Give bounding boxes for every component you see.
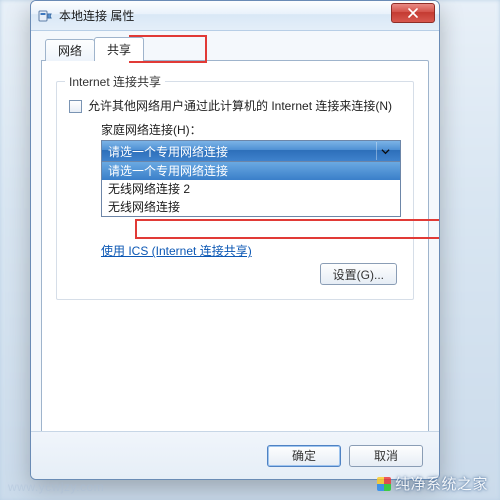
checkbox-allow-others-label: 允许其他网络用户通过此计算机的 Internet 连接来连接(N) (88, 98, 392, 115)
settings-button[interactable]: 设置(G)... (320, 263, 397, 285)
network-adapter-icon (37, 8, 53, 24)
tab-network[interactable]: 网络 (45, 39, 95, 61)
combo-dropdown-list: 请选一个专用网络连接 无线网络连接 2 无线网络连接 (101, 162, 401, 217)
watermark-right-text: 纯净系统之家 (395, 476, 488, 493)
watermark-right: 纯净系统之家 (377, 473, 488, 494)
properties-dialog: 本地连接 属性 网络 共享 Internet 连接共享 允许其他网络用户通过此计… (30, 0, 440, 480)
home-network-combo[interactable]: 请选一个专用网络连接 请选一个专用网络连接 无线网络连接 2 无线网络连接 (101, 140, 401, 162)
home-network-label: 家庭网络连接(H)： (101, 121, 401, 138)
button-label: 确定 (292, 447, 316, 464)
ics-help-link[interactable]: 使用 ICS (Internet 连接共享) (101, 244, 252, 258)
tab-label: 网络 (58, 42, 82, 59)
dialog-button-bar: 确定 取消 (31, 431, 439, 479)
logo-icon (377, 477, 391, 491)
combo-option[interactable]: 无线网络连接 2 (102, 180, 400, 198)
combo-option[interactable]: 无线网络连接 (102, 198, 400, 216)
group-internet-connection-sharing: Internet 连接共享 允许其他网络用户通过此计算机的 Internet 连… (56, 81, 414, 300)
tab-sharing[interactable]: 共享 (94, 37, 144, 61)
tab-panel-sharing: Internet 连接共享 允许其他网络用户通过此计算机的 Internet 连… (41, 60, 429, 445)
chevron-down-icon (376, 142, 394, 160)
close-icon (408, 8, 418, 18)
button-label: 设置(G)... (333, 266, 384, 283)
button-label: 取消 (374, 447, 398, 464)
group-legend: Internet 连接共享 (65, 73, 165, 90)
cancel-button[interactable]: 取消 (349, 445, 423, 467)
tab-strip: 网络 共享 (45, 37, 429, 61)
window-title: 本地连接 属性 (59, 7, 433, 24)
checkbox-allow-others[interactable] (69, 100, 82, 113)
tab-label: 共享 (107, 41, 131, 58)
watermark-left: www.ycwjzy.com (8, 480, 104, 494)
combo-selected-text: 请选一个专用网络连接 (108, 143, 228, 160)
title-bar[interactable]: 本地连接 属性 (31, 1, 439, 31)
close-button[interactable] (391, 3, 435, 23)
combo-selected[interactable]: 请选一个专用网络连接 (101, 140, 401, 162)
combo-option[interactable]: 请选一个专用网络连接 (102, 162, 400, 180)
ok-button[interactable]: 确定 (267, 445, 341, 467)
